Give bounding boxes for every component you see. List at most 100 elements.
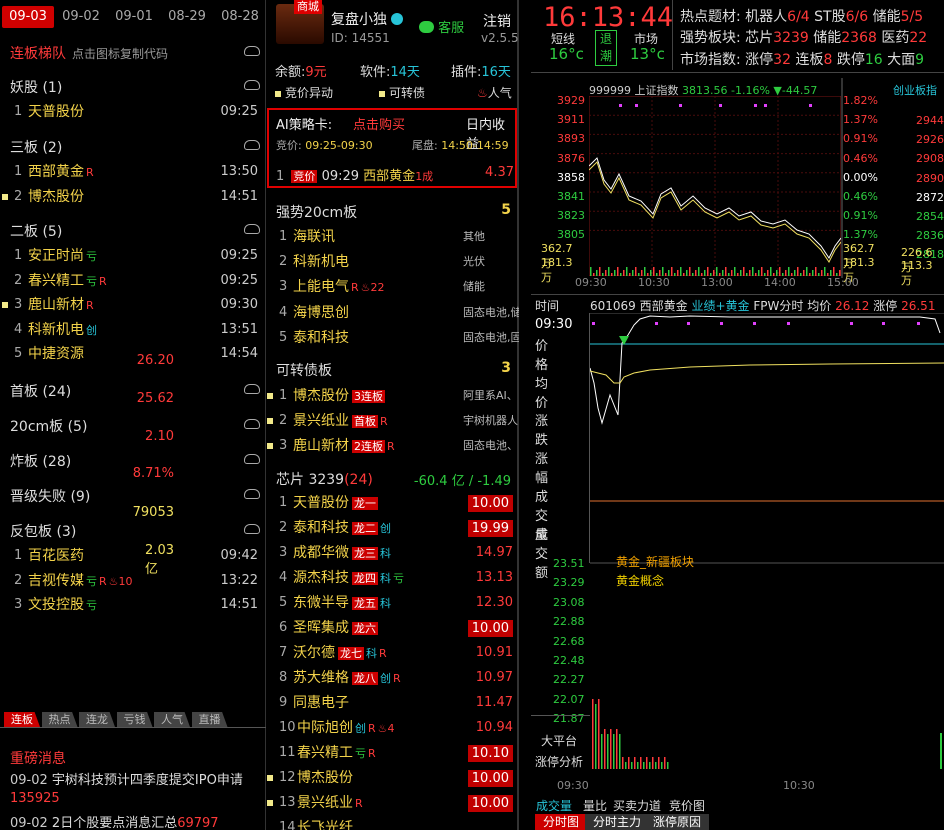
list-item[interactable]: 7 沃尔德 龙七科 R 10.91 xyxy=(267,642,519,664)
stock-name: 沃尔德 龙七科 R xyxy=(293,645,387,661)
list-item[interactable]: 1 西部黄金 R 13:50 xyxy=(0,161,266,183)
list-item[interactable]: 9 同惠电子 11.47 xyxy=(267,692,519,714)
group-header[interactable]: 晋级失败 (9) xyxy=(10,486,90,506)
list-item[interactable]: 1 安正时尚亏 09:25 xyxy=(0,245,266,267)
chart-tab[interactable]: 分时主力 xyxy=(585,814,650,830)
group-header[interactable]: 炸板 (28) xyxy=(10,451,71,471)
list-item[interactable]: 1 百花医药 09:42 xyxy=(0,545,266,567)
stock-chart[interactable]: 时间 601069 西部黄金 业绩+黄金 FPW分时 均价 26.12 涨停 2… xyxy=(133,295,944,815)
list-item[interactable]: 1 海联讯 其他 xyxy=(267,226,519,248)
list-item[interactable]: 5 泰和科技 固态电池,固 xyxy=(267,327,519,349)
bottom-tab[interactable]: 直播 xyxy=(191,712,228,727)
list-item[interactable]: 4 海博思创 固态电池,储 xyxy=(267,302,519,324)
indicator-tab[interactable]: 买卖力道 xyxy=(613,797,661,814)
bottom-tab[interactable]: 热点 xyxy=(41,712,78,727)
group-header[interactable]: 20cm板 (5) xyxy=(10,416,87,436)
ai-strategy-card[interactable]: AI策略卡: 点击购买 日内收益 竞价: 09:25-09:30 尾盘: 14:… xyxy=(267,108,517,188)
list-item[interactable]: 8 苏大维格 龙八创 R 10.97 xyxy=(267,667,519,689)
list-item[interactable]: 2 科新机电 光伏 xyxy=(267,251,519,273)
ai-buy-link[interactable]: 点击购买 xyxy=(353,114,405,133)
x-tick: 10:30 xyxy=(783,779,815,792)
list-item[interactable]: 2 吉视传媒亏 R ♨10 13:22 xyxy=(0,570,266,592)
date-tab[interactable]: 09-03 xyxy=(2,6,54,28)
list-item[interactable]: 3 上能电气 R ♨22 储能 xyxy=(267,276,519,298)
list-item[interactable]: 1 天普股份 09:25 xyxy=(0,101,266,123)
ai-pick-row[interactable]: 1 竞价 09:29 西部黄金1成 4.37 xyxy=(276,165,516,184)
platform-button[interactable]: 大平台 xyxy=(541,732,577,749)
list-item[interactable]: 4 科新机电创 13:51 xyxy=(0,319,266,341)
list-item[interactable]: 3 鹿山新材 R 09:30 xyxy=(0,294,266,316)
opt-hot[interactable]: ♨人气 xyxy=(477,84,512,101)
cloud-icon[interactable] xyxy=(244,46,260,56)
list-item[interactable]: 4 源杰科技 龙四科亏 13.13 xyxy=(267,567,519,589)
indicator-tab[interactable]: 竞价图 xyxy=(669,797,705,814)
list-item[interactable]: 5 东微半导 龙五科 12.30 xyxy=(267,592,519,614)
group-header[interactable]: 妖股 (1) xyxy=(10,77,62,97)
list-item[interactable]: 2 博杰股份 14:51 xyxy=(0,186,266,208)
cloud-icon[interactable] xyxy=(244,454,260,464)
indicator-tab[interactable]: 成交量 xyxy=(536,797,572,814)
date-tab[interactable]: 08-28 xyxy=(214,6,266,28)
indicator-tab[interactable]: 量比 xyxy=(583,797,607,814)
bottom-tab[interactable]: 连龙 xyxy=(79,712,115,727)
kefu-button[interactable]: 客服 xyxy=(419,17,464,36)
cloud-icon[interactable] xyxy=(244,489,260,499)
limit-analysis-button[interactable]: 涨停分析 xyxy=(535,753,583,770)
list-item[interactable]: 10 中际旭创创 R ♨4 10.94 xyxy=(267,717,519,739)
group-header[interactable]: 三板 (2) xyxy=(10,137,62,157)
section-title[interactable]: 可转债板 xyxy=(276,360,332,380)
list-item[interactable]: 6 圣晖集成 龙六 10.00 xyxy=(267,617,519,639)
bottom-tab[interactable]: 连板 xyxy=(4,712,40,727)
stock-tag: 科 xyxy=(380,547,391,560)
chart-tab[interactable]: 涨停原因 xyxy=(645,814,710,830)
group-header[interactable]: 反包板 (3) xyxy=(10,521,76,541)
list-item[interactable]: 5 中捷资源 14:54 xyxy=(0,343,266,365)
market-index[interactable]: 市场指数: 涨停32 连板8 跌停16 大面9 xyxy=(680,49,924,69)
list-item[interactable]: 12 博杰股份 10.00 xyxy=(267,767,519,789)
index-chart[interactable]: 999999 上证指数 3813.56 -1.16% ▼-44.57 创业板指 … xyxy=(531,78,944,294)
group-header[interactable]: 二板 (5) xyxy=(10,221,62,241)
clock: 16:13:44 xyxy=(543,2,674,33)
opt-bond[interactable]: 可转债 xyxy=(379,84,425,101)
opt-bid[interactable]: 竞价异动 xyxy=(275,84,333,101)
limit-time: 14:51 xyxy=(220,597,258,612)
indicator-tabs: 成交量 量比 买卖力道 竞价图 xyxy=(531,797,944,813)
side-index-label[interactable]: 创业板指 xyxy=(893,82,937,98)
strong-sectors[interactable]: 强势板块: 芯片3239 储能2368 医药22 xyxy=(680,27,927,47)
news-item[interactable]: 09-02 宇树科技预计四季度提交IPO申请 135925 xyxy=(10,772,260,808)
logout-button[interactable]: 注销 xyxy=(483,11,511,31)
bottom-tab[interactable]: 亏钱 xyxy=(116,712,153,727)
list-item[interactable]: 11 春兴精工亏 R 10.10 xyxy=(267,742,519,764)
list-item[interactable]: 2 泰和科技 龙二创 19.99 xyxy=(267,517,519,539)
list-item[interactable]: 13 景兴纸业 R 10.00 xyxy=(267,792,519,814)
group-header[interactable]: 首板 (24) xyxy=(10,381,71,401)
date-tab[interactable]: 09-01 xyxy=(108,6,160,28)
hot-topics[interactable]: 热点题材: 机器人6/4 ST股6/6 储能5/5 xyxy=(680,6,923,26)
list-item[interactable]: 1 天普股份 龙一 10.00 xyxy=(267,492,519,514)
stock-tag: 科 xyxy=(366,647,377,660)
list-item[interactable]: 3 成都华微 龙三科 14.97 xyxy=(267,542,519,564)
date-tab[interactable]: 09-02 xyxy=(55,6,107,28)
list-item[interactable]: 2 春兴精工亏 R 09:25 xyxy=(0,270,266,292)
list-item[interactable]: 3 文投控股亏 14:51 xyxy=(0,594,266,616)
cloud-icon[interactable] xyxy=(244,80,260,90)
date-tab[interactable]: 08-29 xyxy=(161,6,213,28)
right-panel: 16:13:44 短线 16°c 退潮 市场 13°c 热点题材: 机器人6/4… xyxy=(133,0,944,830)
list-item[interactable]: 1 博杰股份 3连板 阿里系AI、 xyxy=(267,385,519,407)
list-item[interactable]: 3 鹿山新材 2连板 R 固态电池、 xyxy=(267,435,519,457)
cloud-icon[interactable] xyxy=(244,524,260,534)
limit-time: 13:51 xyxy=(220,321,258,337)
chart-tab[interactable]: 分时图 xyxy=(535,814,588,830)
cloud-icon[interactable] xyxy=(244,384,260,394)
ladder-title: 连板梯队 xyxy=(10,46,66,62)
list-item[interactable]: 2 景兴纸业 首板 R 宇树机器人 xyxy=(267,410,519,432)
section-title[interactable]: 芯片 3239(24) xyxy=(276,469,373,489)
news-item[interactable]: 09-02 2日个股要点消息汇总69797 xyxy=(10,812,219,830)
bottom-tab[interactable]: 人气 xyxy=(154,712,190,727)
cloud-icon[interactable] xyxy=(244,224,260,234)
list-item[interactable]: 14 长飞光纤 xyxy=(267,817,519,830)
cloud-icon[interactable] xyxy=(244,140,260,150)
section-title[interactable]: 强势20cm板 xyxy=(276,202,357,222)
cloud-icon[interactable] xyxy=(244,419,260,429)
shop-badge[interactable]: 商城 xyxy=(294,0,322,14)
